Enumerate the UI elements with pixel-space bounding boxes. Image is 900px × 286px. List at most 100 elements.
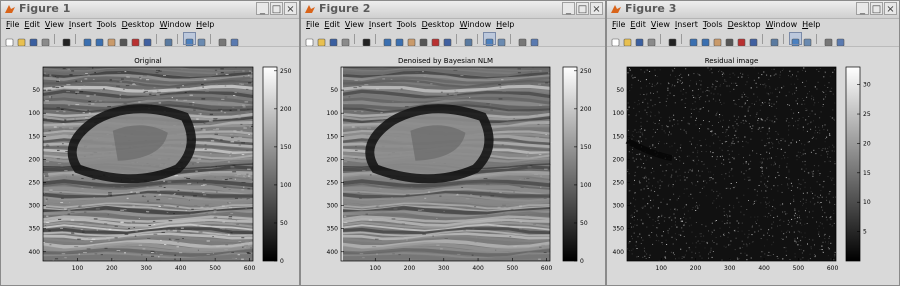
titlebar[interactable]: Figure 2 _ □ × bbox=[301, 1, 605, 19]
axes-figure[interactable]: Original 50 100 150 200 250 300 350 400 100 200 300… bbox=[1, 47, 300, 286]
save-icon[interactable] bbox=[328, 33, 339, 47]
legend-icon[interactable] bbox=[196, 33, 207, 47]
figure-window-1[interactable]: Figure 1 _ □ × File Edit View Insert Tools De… bbox=[0, 0, 300, 286]
menu-tools[interactable]: Tools bbox=[703, 18, 723, 31]
legend-icon[interactable] bbox=[496, 33, 507, 47]
brush-icon[interactable] bbox=[142, 33, 153, 47]
colorbar-icon[interactable] bbox=[483, 32, 496, 47]
zoom-out-icon[interactable] bbox=[94, 33, 105, 47]
colorbar-icon[interactable] bbox=[183, 32, 196, 47]
brush-icon[interactable] bbox=[748, 33, 759, 47]
close-button[interactable]: × bbox=[590, 2, 603, 15]
menu-insert[interactable]: Insert bbox=[675, 18, 698, 31]
data-cursor-icon[interactable] bbox=[130, 33, 141, 47]
open-folder-icon[interactable] bbox=[16, 33, 27, 47]
menu-desktop[interactable]: Desktop bbox=[122, 18, 155, 31]
menu-view[interactable]: View bbox=[345, 18, 364, 31]
save-icon[interactable] bbox=[634, 33, 645, 47]
close-button[interactable]: × bbox=[284, 2, 297, 15]
pan-hand-icon[interactable] bbox=[106, 33, 117, 47]
maximize-button[interactable]: □ bbox=[270, 2, 283, 15]
show-tools-icon[interactable] bbox=[835, 33, 846, 47]
menu-insert[interactable]: Insert bbox=[369, 18, 392, 31]
pointer-icon[interactable] bbox=[361, 33, 372, 47]
colorbar[interactable] bbox=[562, 66, 578, 262]
data-cursor-icon[interactable] bbox=[430, 33, 441, 47]
print-icon[interactable] bbox=[646, 33, 657, 47]
menu-help[interactable]: Help bbox=[196, 18, 214, 31]
rotate-3d-icon[interactable] bbox=[418, 33, 429, 47]
menu-desktop[interactable]: Desktop bbox=[422, 18, 455, 31]
link-plot-icon[interactable] bbox=[769, 33, 780, 47]
figure-window-3[interactable]: Figure 3 _ □ × File Edit View Insert Tools De… bbox=[606, 0, 900, 286]
menu-view[interactable]: View bbox=[45, 18, 64, 31]
zoom-out-icon[interactable] bbox=[700, 33, 711, 47]
menu-window[interactable]: Window bbox=[160, 18, 192, 31]
zoom-in-icon[interactable] bbox=[688, 33, 699, 47]
pan-hand-icon[interactable] bbox=[712, 33, 723, 47]
menu-help[interactable]: Help bbox=[496, 18, 514, 31]
menu-edit[interactable]: Edit bbox=[630, 18, 646, 31]
pointer-icon[interactable] bbox=[61, 33, 72, 47]
menu-file[interactable]: File bbox=[6, 18, 19, 31]
menu-window[interactable]: Window bbox=[460, 18, 492, 31]
data-cursor-icon[interactable] bbox=[736, 33, 747, 47]
save-icon[interactable] bbox=[28, 33, 39, 47]
print-icon[interactable] bbox=[40, 33, 51, 47]
colorbar[interactable] bbox=[262, 66, 278, 262]
pan-hand-icon[interactable] bbox=[406, 33, 417, 47]
toolbar-separator bbox=[477, 33, 481, 44]
maximize-button[interactable]: □ bbox=[576, 2, 589, 15]
hide-tools-icon[interactable] bbox=[217, 33, 228, 47]
open-folder-icon[interactable] bbox=[622, 33, 633, 47]
brush-icon[interactable] bbox=[442, 33, 453, 47]
rotate-3d-icon[interactable] bbox=[724, 33, 735, 47]
zoom-in-icon[interactable] bbox=[82, 33, 93, 47]
minimize-button[interactable]: _ bbox=[256, 2, 269, 15]
menu-desktop[interactable]: Desktop bbox=[728, 18, 761, 31]
link-plot-icon[interactable] bbox=[163, 33, 174, 47]
image-plot[interactable] bbox=[43, 64, 256, 262]
minimize-button[interactable]: _ bbox=[856, 2, 869, 15]
image-plot[interactable] bbox=[341, 64, 553, 262]
axes-figure[interactable]: Denoised by Bayesian NLM 50 100 150 200 250 30… bbox=[301, 47, 606, 286]
figure-window-2[interactable]: Figure 2 _ □ × File Edit View Insert Tools De… bbox=[300, 0, 606, 286]
menu-edit[interactable]: Edit bbox=[24, 18, 40, 31]
hide-tools-icon[interactable] bbox=[823, 33, 834, 47]
menu-tools[interactable]: Tools bbox=[397, 18, 417, 31]
new-file-icon[interactable] bbox=[610, 33, 621, 47]
close-button[interactable]: × bbox=[884, 2, 897, 15]
legend-icon[interactable] bbox=[802, 33, 813, 47]
zoom-in-icon[interactable] bbox=[382, 33, 393, 47]
menu-help[interactable]: Help bbox=[802, 18, 820, 31]
menu-insert[interactable]: Insert bbox=[69, 18, 92, 31]
rotate-3d-icon[interactable] bbox=[118, 33, 129, 47]
show-tools-icon[interactable] bbox=[529, 33, 540, 47]
toolbar bbox=[607, 32, 899, 47]
titlebar[interactable]: Figure 1 _ □ × bbox=[1, 1, 299, 19]
menu-file[interactable]: File bbox=[612, 18, 625, 31]
link-plot-icon[interactable] bbox=[463, 33, 474, 47]
maximize-button[interactable]: □ bbox=[870, 2, 883, 15]
open-folder-icon[interactable] bbox=[316, 33, 327, 47]
menu-tools[interactable]: Tools bbox=[97, 18, 117, 31]
print-icon[interactable] bbox=[340, 33, 351, 47]
show-tools-icon[interactable] bbox=[229, 33, 240, 47]
new-file-icon[interactable] bbox=[304, 33, 315, 47]
menu-edit[interactable]: Edit bbox=[324, 18, 340, 31]
pointer-icon[interactable] bbox=[667, 33, 678, 47]
new-file-icon[interactable] bbox=[4, 33, 15, 47]
colorbar-icon[interactable] bbox=[789, 32, 802, 47]
image-plot[interactable] bbox=[625, 67, 836, 261]
axes-figure[interactable]: Residual image 50 100 150 200 250 300 350 400 100… bbox=[607, 47, 900, 286]
zoom-out-icon[interactable] bbox=[394, 33, 405, 47]
x-tick-label: 500 bbox=[507, 265, 519, 272]
colorbar-tick-label: 50 bbox=[580, 220, 588, 227]
titlebar[interactable]: Figure 3 _ □ × bbox=[607, 1, 899, 19]
menu-file[interactable]: File bbox=[306, 18, 319, 31]
menu-window[interactable]: Window bbox=[766, 18, 798, 31]
minimize-button[interactable]: _ bbox=[562, 2, 575, 15]
colorbar-tick-label: 15 bbox=[863, 170, 871, 177]
hide-tools-icon[interactable] bbox=[517, 33, 528, 47]
menu-view[interactable]: View bbox=[651, 18, 670, 31]
